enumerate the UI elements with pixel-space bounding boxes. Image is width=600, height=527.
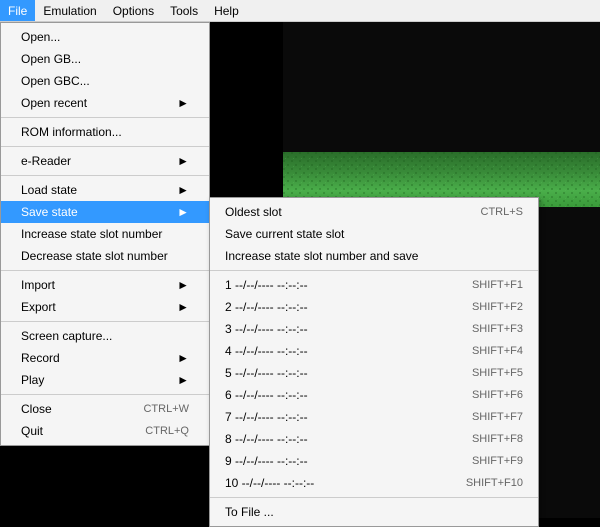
main-content: Open... Open GB... Open GBC... Open rece… [0, 22, 600, 518]
separator-2 [1, 146, 209, 147]
menu-item-decrease-slot[interactable]: Decrease state slot number [1, 245, 209, 267]
arrow-icon-7: ► [177, 351, 189, 365]
submenu-slot-6[interactable]: 6 --/--/---- --:--:-- SHIFT+F6 [210, 384, 538, 406]
menubar-file-label: File [8, 4, 27, 18]
submenu-slot-7[interactable]: 7 --/--/---- --:--:-- SHIFT+F7 [210, 406, 538, 428]
submenu-slot-1[interactable]: 1 --/--/---- --:--:-- SHIFT+F1 [210, 274, 538, 296]
submenu-sep-2 [210, 497, 538, 498]
submenu-sep-1 [210, 270, 538, 271]
submenu-to-file[interactable]: To File ... [210, 501, 538, 523]
submenu-slot-8[interactable]: 8 --/--/---- --:--:-- SHIFT+F8 [210, 428, 538, 450]
submenu-slot-3[interactable]: 3 --/--/---- --:--:-- SHIFT+F3 [210, 318, 538, 340]
menu-item-save-state[interactable]: Save state ► [1, 201, 209, 223]
menu-item-play[interactable]: Play ► [1, 369, 209, 391]
menu-item-open-gb[interactable]: Open GB... [1, 48, 209, 70]
submenu-slot-4[interactable]: 4 --/--/---- --:--:-- SHIFT+F4 [210, 340, 538, 362]
file-dropdown: Open... Open GB... Open GBC... Open rece… [0, 22, 210, 446]
submenu-slot-2[interactable]: 2 --/--/---- --:--:-- SHIFT+F2 [210, 296, 538, 318]
menu-item-record[interactable]: Record ► [1, 347, 209, 369]
menu-item-quit[interactable]: Quit CTRL+Q [1, 420, 209, 442]
submenu-increase-and-save[interactable]: Increase state slot number and save [210, 245, 538, 267]
menubar-options-label: Options [113, 4, 154, 18]
menu-item-close[interactable]: Close CTRL+W [1, 398, 209, 420]
submenu-slot-9[interactable]: 9 --/--/---- --:--:-- SHIFT+F9 [210, 450, 538, 472]
separator-5 [1, 321, 209, 322]
menu-item-open-recent[interactable]: Open recent ► [1, 92, 209, 114]
game-top [283, 22, 600, 152]
menubar-help-label: Help [214, 4, 239, 18]
menubar-help[interactable]: Help [206, 0, 247, 21]
menu-item-increase-slot[interactable]: Increase state slot number [1, 223, 209, 245]
menu-item-open[interactable]: Open... [1, 26, 209, 48]
arrow-icon-2: ► [177, 154, 189, 168]
menubar-tools[interactable]: Tools [162, 0, 206, 21]
menubar: File Emulation Options Tools Help [0, 0, 600, 22]
menu-item-ereader[interactable]: e-Reader ► [1, 150, 209, 172]
save-state-submenu: Oldest slot CTRL+S Save current state sl… [209, 197, 539, 527]
arrow-icon-8: ► [177, 373, 189, 387]
menu-item-open-gbc[interactable]: Open GBC... [1, 70, 209, 92]
menu-item-rom-info[interactable]: ROM information... [1, 121, 209, 143]
separator-3 [1, 175, 209, 176]
separator-4 [1, 270, 209, 271]
arrow-icon-5: ► [177, 278, 189, 292]
menubar-emulation-label: Emulation [43, 4, 96, 18]
arrow-icon: ► [177, 96, 189, 110]
menu-item-load-state[interactable]: Load state ► [1, 179, 209, 201]
arrow-icon-6: ► [177, 300, 189, 314]
menubar-emulation[interactable]: Emulation [35, 0, 104, 21]
submenu-slot-5[interactable]: 5 --/--/---- --:--:-- SHIFT+F5 [210, 362, 538, 384]
menubar-options[interactable]: Options [105, 0, 162, 21]
submenu-oldest-slot[interactable]: Oldest slot CTRL+S [210, 201, 538, 223]
separator-6 [1, 394, 209, 395]
menubar-file[interactable]: File [0, 0, 35, 21]
submenu-slot-10[interactable]: 10 --/--/---- --:--:-- SHIFT+F10 [210, 472, 538, 494]
arrow-icon-4: ► [177, 205, 189, 219]
menu-item-import[interactable]: Import ► [1, 274, 209, 296]
menu-item-export[interactable]: Export ► [1, 296, 209, 318]
menubar-tools-label: Tools [170, 4, 198, 18]
menu-item-screen-capture[interactable]: Screen capture... [1, 325, 209, 347]
arrow-icon-3: ► [177, 183, 189, 197]
separator-1 [1, 117, 209, 118]
submenu-save-current[interactable]: Save current state slot [210, 223, 538, 245]
